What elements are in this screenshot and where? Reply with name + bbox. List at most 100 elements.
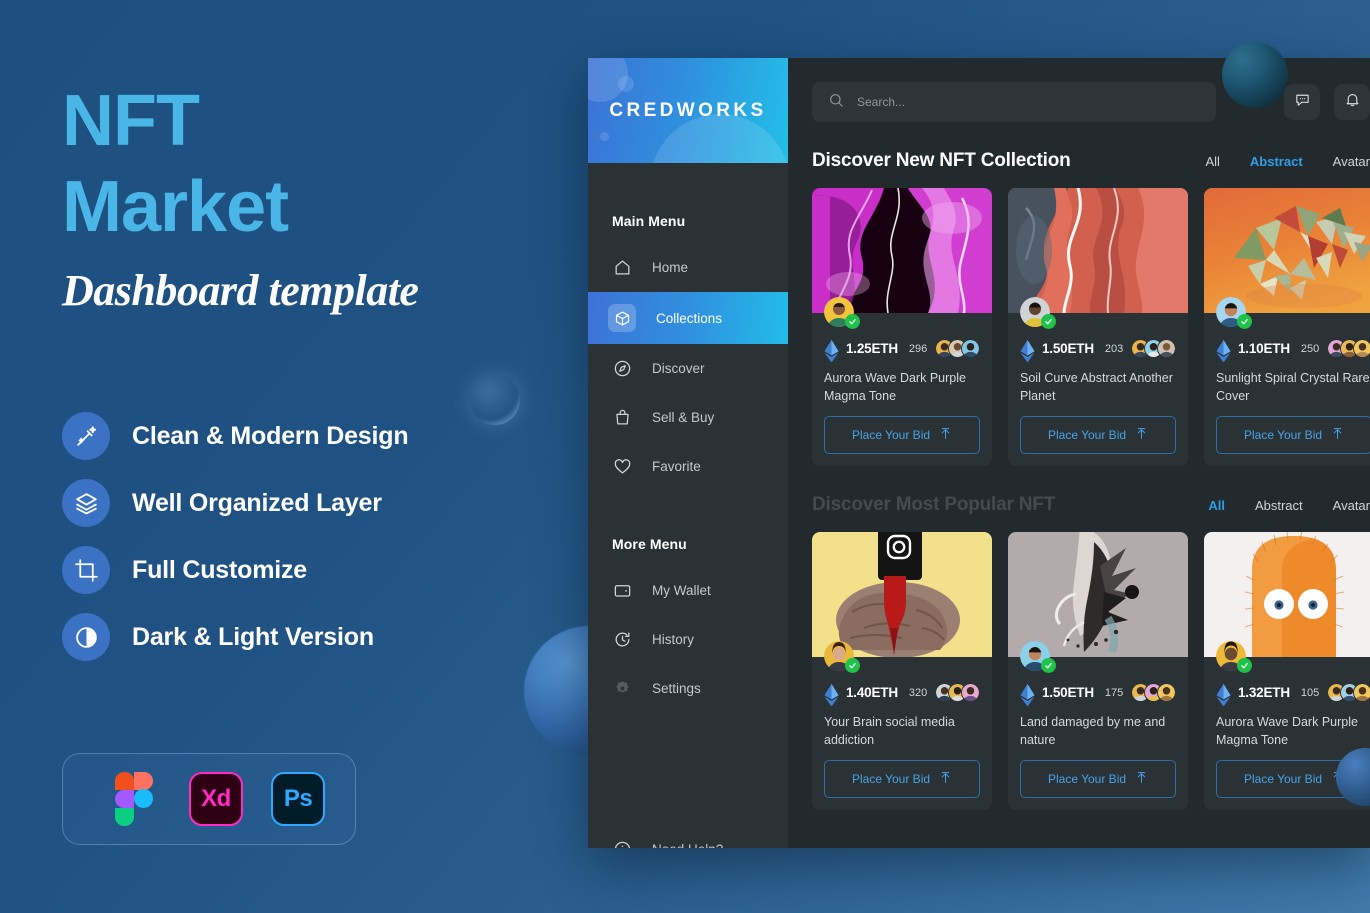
price-row: 1.10ETH 250 [1216, 339, 1370, 362]
heart-icon [612, 457, 632, 477]
bidder-avatars [935, 683, 980, 702]
notifications-button[interactable] [1334, 84, 1370, 120]
arrow-up-icon [1135, 427, 1148, 443]
verified-badge-icon [845, 658, 860, 673]
nft-title: Your Brain social media addiction [824, 715, 955, 747]
main-menu-heading: Main Menu [612, 213, 686, 229]
sidebar: CREDWORKS Main Menu Home Collections Dis… [588, 58, 788, 848]
sidebar-item-label: History [652, 632, 695, 647]
nft-card-row-new: 1.25ETH 296 Aurora Wave Dark Purple Magm… [812, 188, 1370, 466]
ethereum-icon [1020, 683, 1035, 706]
place-bid-label: Place Your Bid [851, 772, 931, 786]
sidebar-item-discover[interactable]: Discover [588, 344, 788, 393]
nft-bid-count: 296 [908, 342, 928, 355]
nft-price: 1.40ETH [846, 685, 898, 700]
place-bid-label: Place Your Bid [1243, 428, 1323, 442]
ethereum-icon [1020, 339, 1035, 362]
sidebar-item-my-wallet[interactable]: My Wallet [588, 566, 788, 615]
nft-card[interactable]: 1.40ETH 320 Your Brain social media addi… [812, 532, 992, 810]
section-title: Discover New NFT Collection [812, 150, 1071, 171]
tab-all[interactable]: All [1208, 498, 1225, 513]
nft-price: 1.50ETH [1042, 341, 1094, 356]
ethereum-icon [824, 339, 839, 362]
tab-avatar[interactable]: Avatar [1333, 498, 1370, 513]
sidebar-item-settings[interactable]: Settings [588, 664, 788, 713]
photoshop-logo-icon: Ps [271, 772, 325, 826]
nft-bid-count: 250 [1300, 342, 1320, 355]
verified-badge-icon [1041, 658, 1056, 673]
nft-card[interactable]: 1.50ETH 203 Soil Curve Abstract Another … [1008, 188, 1188, 466]
list-item: Dark & Light Version [62, 613, 408, 661]
place-bid-button[interactable]: Place Your Bid [1216, 416, 1370, 454]
price-row: 1.50ETH 175 [1020, 683, 1176, 706]
nft-card[interactable]: 1.50ETH 175 Land damaged by me and natur… [1008, 532, 1188, 810]
nft-artwork-brain-social [812, 532, 992, 673]
headline-line-1: NFT [62, 81, 200, 161]
layers-icon [62, 479, 110, 527]
arrow-up-icon [939, 427, 952, 443]
place-bid-button[interactable]: Place Your Bid [1020, 760, 1176, 798]
bidder-avatars [1131, 339, 1176, 358]
nft-price: 1.50ETH [1042, 685, 1094, 700]
feature-label: Dark & Light Version [132, 622, 374, 651]
messages-button[interactable] [1284, 84, 1320, 120]
nft-card[interactable]: 1.10ETH 250 Sunlight Spiral Crystal Rare… [1204, 188, 1370, 466]
place-bid-button[interactable]: Place Your Bid [824, 760, 980, 798]
tab-abstract[interactable]: Abstract [1255, 498, 1303, 513]
topbar: Search... [812, 82, 1370, 122]
tab-avatar[interactable]: Avatar [1333, 154, 1370, 169]
sidebar-item-collections[interactable]: Collections [588, 292, 788, 344]
nft-artwork-purple-magma [812, 188, 992, 329]
place-bid-label: Place Your Bid [1047, 428, 1127, 442]
bidder-avatars [935, 339, 980, 358]
brand-logo[interactable]: CREDWORKS [588, 58, 788, 163]
sidebar-item-label: Discover [652, 361, 705, 376]
nft-title: Soil Curve Abstract Another Planet [1020, 371, 1173, 403]
history-clock-icon [612, 630, 632, 650]
sidebar-item-need-help[interactable]: Need Help? [588, 825, 788, 848]
adobe-xd-logo-icon: Xd [189, 772, 243, 826]
nft-artwork-orange-crystal [1204, 188, 1370, 329]
search-placeholder: Search... [857, 95, 906, 109]
section-header-new-collection: Discover New NFT Collection All Abstract… [812, 150, 1370, 172]
place-bid-button[interactable]: Place Your Bid [1020, 416, 1176, 454]
more-menu-heading: More Menu [612, 536, 687, 552]
ethereum-icon [1216, 339, 1231, 362]
sidebar-item-history[interactable]: History [588, 615, 788, 664]
search-input[interactable]: Search... [812, 82, 1216, 122]
tab-abstract[interactable]: Abstract [1250, 154, 1303, 169]
feature-list: Clean & Modern Design Well Organized Lay… [62, 412, 409, 680]
list-item: Clean & Modern Design [62, 412, 409, 460]
tab-all[interactable]: All [1205, 154, 1219, 169]
brand-name: CREDWORKS [609, 99, 767, 121]
wallet-icon [612, 581, 632, 601]
place-bid-label: Place Your Bid [851, 428, 931, 442]
section-title: Discover Most Popular NFT [812, 494, 1056, 515]
box-icon [608, 304, 636, 332]
headline-line-2: Market [62, 167, 289, 247]
sidebar-item-home[interactable]: Home [588, 243, 788, 292]
nft-bid-count: 105 [1300, 686, 1320, 699]
chat-bubble-icon [1294, 91, 1311, 113]
nft-title: Land damaged by me and nature [1020, 715, 1166, 747]
bidder-avatars [1327, 339, 1370, 358]
info-circle-icon [612, 840, 632, 848]
verified-badge-icon [1041, 314, 1056, 329]
sidebar-item-favorite[interactable]: Favorite [588, 442, 788, 491]
bidder-avatars [1131, 683, 1176, 702]
ethereum-icon [824, 683, 839, 706]
nft-artwork-orange-monster [1204, 532, 1370, 673]
feature-label: Clean & Modern Design [132, 421, 409, 450]
place-bid-label: Place Your Bid [1047, 772, 1127, 786]
nft-card-body: 1.50ETH 203 Soil Curve Abstract Another … [1008, 313, 1188, 466]
nft-bid-count: 203 [1104, 342, 1124, 355]
sidebar-item-label: Need Help? [652, 842, 723, 848]
sidebar-item-sell-and-buy[interactable]: Sell & Buy [588, 393, 788, 442]
section-header-most-popular: Discover Most Popular NFT All Abstract A… [812, 494, 1370, 516]
nft-card[interactable]: 1.25ETH 296 Aurora Wave Dark Purple Magm… [812, 188, 992, 466]
place-bid-button[interactable]: Place Your Bid [824, 416, 980, 454]
sidebar-item-label: Collections [656, 310, 723, 326]
nft-card-body: 1.25ETH 296 Aurora Wave Dark Purple Magm… [812, 313, 992, 466]
nft-card-body: 1.40ETH 320 Your Brain social media addi… [812, 657, 992, 810]
gear-icon [612, 679, 632, 699]
